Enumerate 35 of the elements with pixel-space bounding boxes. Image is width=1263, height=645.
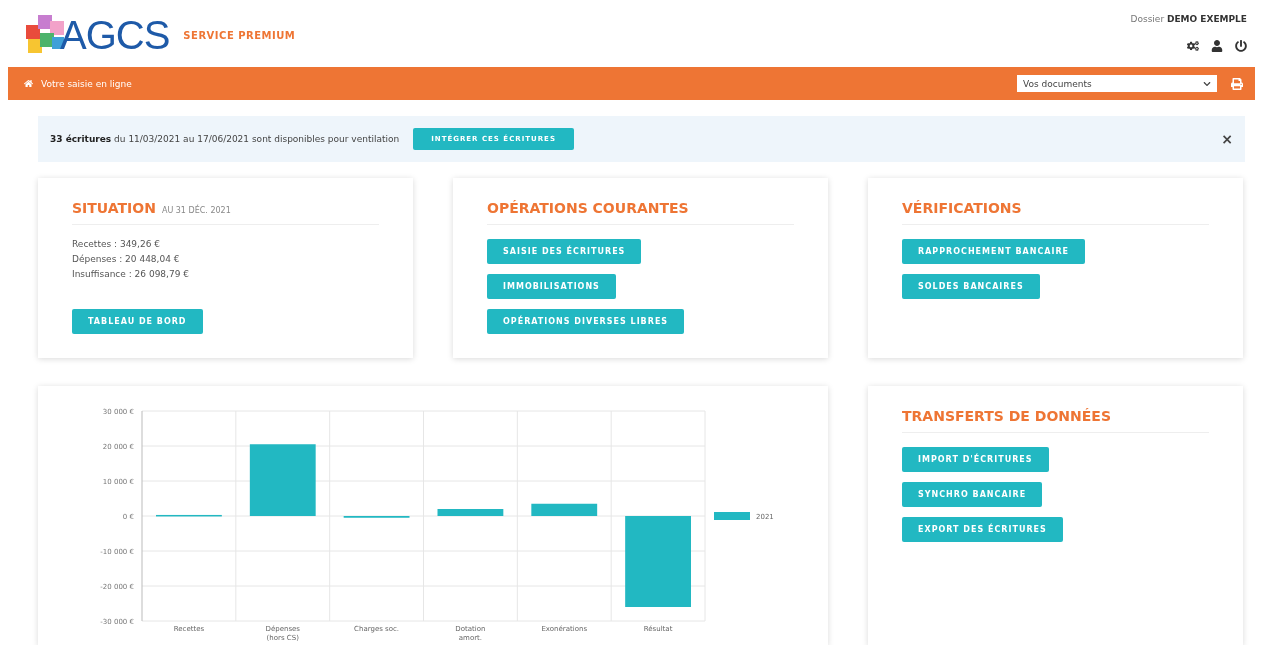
summary-line: Dépenses : 20 448,04 € — [72, 254, 181, 264]
action-button[interactable]: IMPORT D'ÉCRITURES — [902, 447, 1049, 472]
action-button[interactable]: EXPORT DES ÉCRITURES — [902, 517, 1063, 542]
card-title: TRANSFERTS DE DONNÉES — [902, 408, 1111, 424]
action-button[interactable]: IMMOBILISATIONS — [487, 274, 616, 299]
legend-swatch — [714, 512, 750, 520]
action-button[interactable]: SOLDES BANCAIRES — [902, 274, 1040, 299]
tagline: SERVICE PREMIUM — [183, 30, 296, 41]
chevron-down-icon — [1203, 79, 1211, 88]
action-button[interactable]: TABLEAU DE BORD — [72, 309, 203, 334]
action-button[interactable]: OPÉRATIONS DIVERSES LIBRES — [487, 309, 685, 334]
action-button[interactable]: SYNCHRO BANCAIRE — [902, 482, 1043, 507]
card-title: SITUATION — [72, 200, 156, 216]
bar — [437, 509, 504, 516]
action-button[interactable]: SAISIE DES ÉCRITURES — [487, 239, 642, 264]
card-title: VÉRIFICATIONS — [902, 200, 1022, 216]
documents-select[interactable]: Vos documents — [1017, 75, 1217, 92]
action-button[interactable]: RAPPROCHEMENT BANCAIRE — [902, 239, 1086, 264]
alert-message: 33 écritures du 11/03/2021 au 17/06/2021 sont disponibles pour ventilation — [50, 134, 400, 144]
user-icon[interactable] — [1211, 40, 1223, 52]
card-subtitle: AU 31 DÉC. 2021 — [161, 206, 231, 215]
print-icon[interactable] — [1231, 77, 1243, 90]
settings-icon[interactable] — [1187, 40, 1199, 52]
card-title: OPÉRATIONS COURANTES — [487, 200, 689, 216]
nav-title[interactable]: Votre saisie en ligne — [41, 78, 132, 89]
summary-line: Recettes : 349,26 € — [72, 239, 161, 249]
logo-text: AGCS — [60, 13, 170, 58]
close-icon[interactable]: × — [1221, 131, 1233, 147]
summary-line: Insuffisance : 26 098,79 € — [72, 269, 190, 279]
power-icon[interactable] — [1235, 40, 1247, 52]
bar — [531, 503, 598, 516]
bar — [249, 444, 316, 516]
dossier-label: Dossier DEMO EXEMPLE — [1130, 14, 1247, 24]
bar — [156, 514, 222, 517]
home-icon[interactable] — [24, 79, 33, 88]
